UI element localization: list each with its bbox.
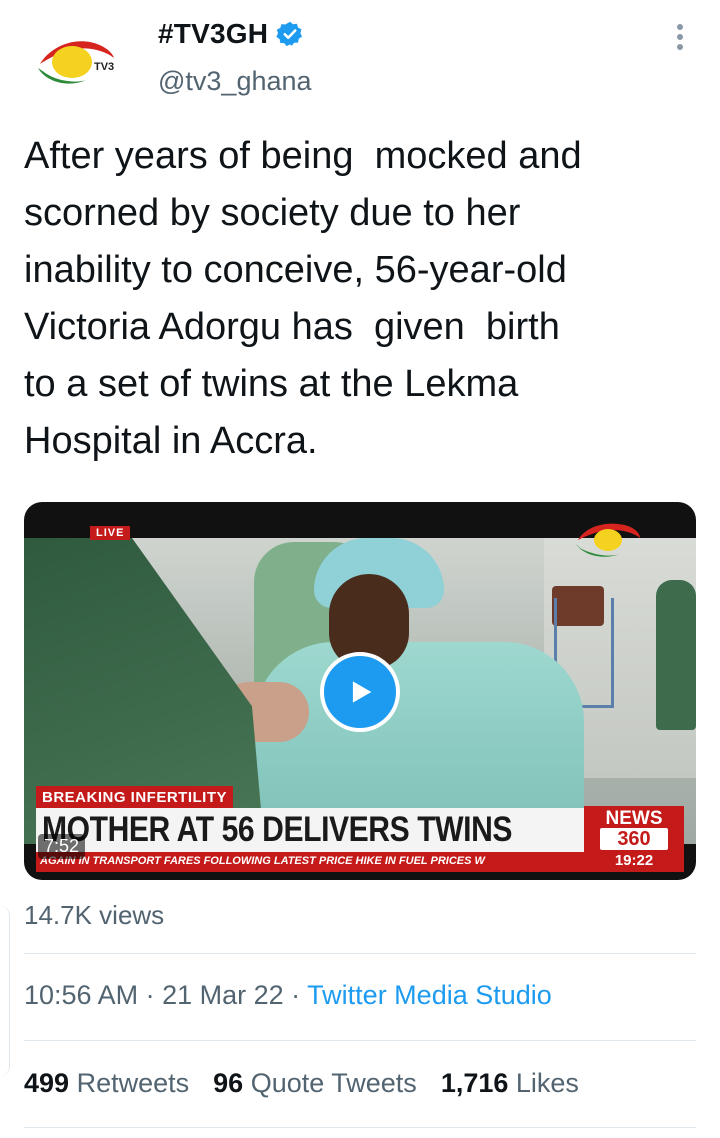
more-dot: [677, 44, 683, 50]
news-ticker: AGAIN IN TRANSPORT FARES FOLLOWING LATES…: [36, 852, 584, 872]
more-vertical-icon[interactable]: [668, 22, 692, 52]
left-edge-panel: [0, 906, 10, 1076]
video-player[interactable]: LIVE BREAKING INFERTILITY MOTHER AT 56 D…: [24, 502, 696, 880]
avatar-text: TV3: [94, 61, 114, 73]
meta-separator: ·: [138, 980, 163, 1010]
tweet-meta: 10:56 AM · 21 Mar 22 · Twitter Media Stu…: [24, 980, 552, 1011]
retweets-stat[interactable]: 499 Retweets: [24, 1068, 189, 1099]
news-headline: MOTHER AT 56 DELIVERS TWINS: [42, 810, 513, 849]
tweet-date[interactable]: 21 Mar 22: [162, 980, 284, 1010]
video-person-right: [656, 580, 696, 730]
likes-stat[interactable]: 1,716 Likes: [441, 1068, 579, 1099]
channel-logo-icon: [576, 523, 640, 557]
handle[interactable]: @tv3_ghana: [158, 66, 312, 97]
name-row: #TV3GH: [158, 18, 304, 50]
display-name[interactable]: #TV3GH: [158, 18, 268, 50]
tv3-logo-icon: TV3: [38, 41, 114, 84]
likes-label: Likes: [515, 1068, 579, 1098]
video-duration: 7:52: [38, 834, 86, 859]
tweet-source-link[interactable]: Twitter Media Studio: [307, 980, 552, 1010]
quotes-count: 96: [213, 1068, 244, 1098]
breaking-label: BREAKING INFERTILITY: [36, 786, 233, 809]
view-count: 14.7K views: [24, 900, 165, 930]
divider: [24, 1040, 696, 1041]
news360-badge: NEWS 360 19:22: [584, 806, 684, 872]
verified-badge-icon: [276, 21, 303, 47]
tweet-header: TV3 #TV3GH @tv3_ghana: [0, 0, 720, 110]
more-dot: [677, 34, 683, 40]
avatar[interactable]: TV3: [34, 28, 120, 88]
quotes-label: Quote Tweets: [250, 1068, 417, 1098]
news-label: NEWS: [605, 808, 663, 829]
news-lower-third: BREAKING INFERTILITY MOTHER AT 56 DELIVE…: [24, 784, 696, 880]
tweet-text: After years of being mocked and scorned …: [24, 135, 582, 462]
more-dot: [677, 24, 683, 30]
retweets-count: 499: [24, 1068, 70, 1098]
tweet-time[interactable]: 10:56 AM: [24, 980, 138, 1010]
divider: [24, 1127, 696, 1128]
tweet-stats: 499 Retweets 96 Quote Tweets 1,716 Likes: [24, 1068, 603, 1099]
play-icon: [352, 681, 372, 703]
divider: [24, 953, 696, 954]
news-number: 360: [600, 828, 668, 850]
play-button[interactable]: [320, 652, 400, 732]
live-tag: LIVE: [90, 526, 131, 540]
retweets-label: Retweets: [76, 1068, 190, 1098]
likes-count: 1,716: [440, 1068, 509, 1098]
broadcast-time: 19:22: [614, 852, 654, 869]
meta-separator: ·: [283, 980, 308, 1010]
quote-tweets-stat[interactable]: 96 Quote Tweets: [213, 1068, 417, 1099]
